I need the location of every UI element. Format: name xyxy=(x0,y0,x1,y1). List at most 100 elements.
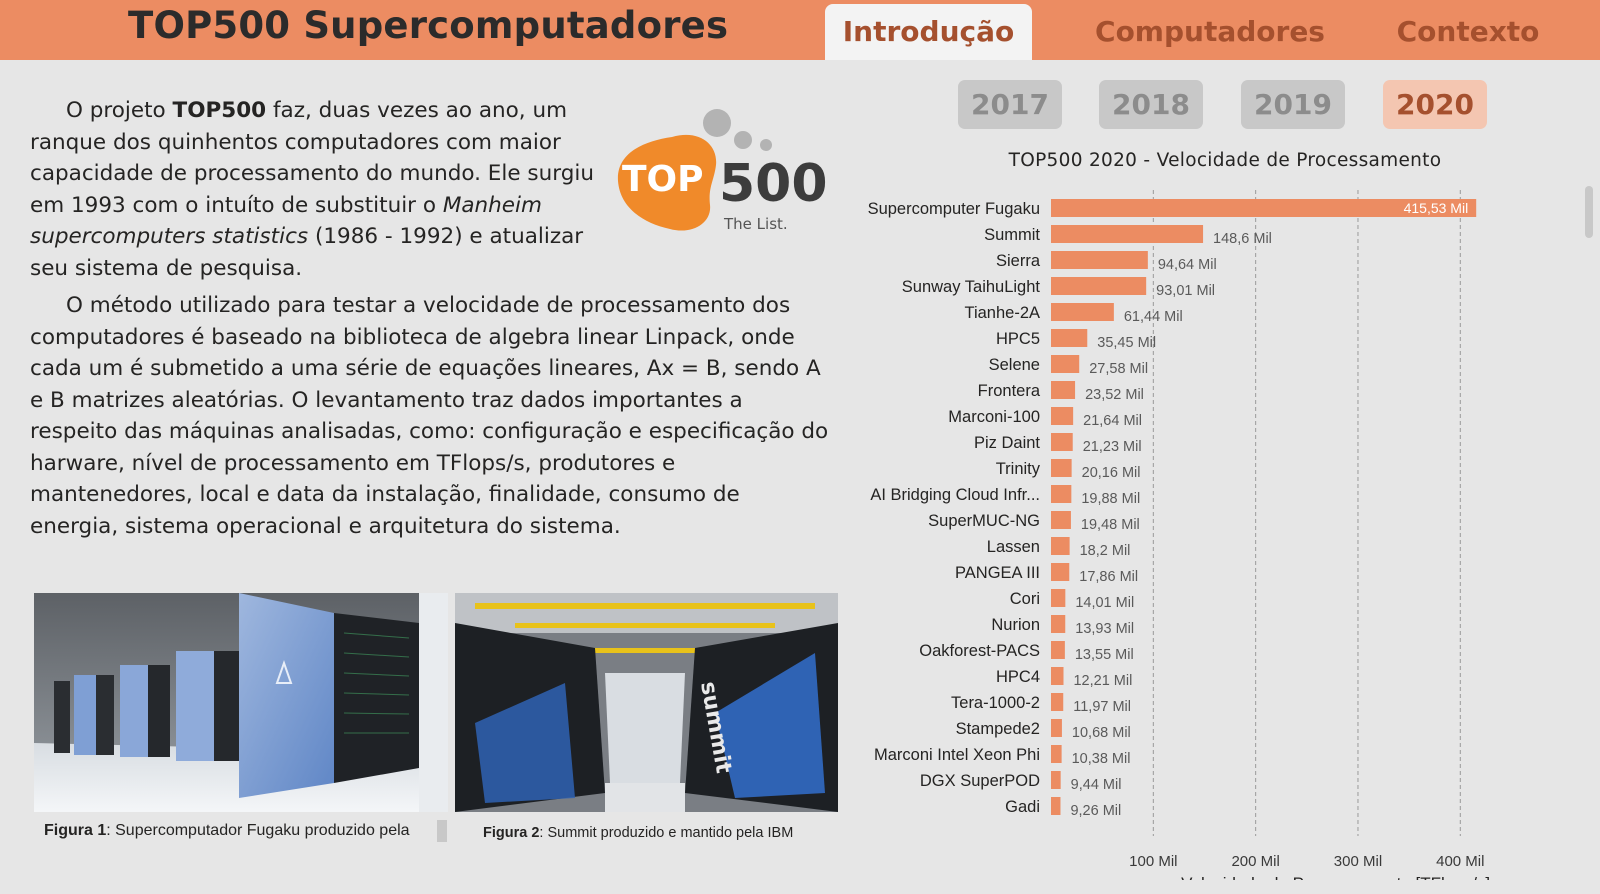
data-label: 14,01 Mil xyxy=(1075,595,1134,611)
x-tick-label: 400 Mil xyxy=(1436,853,1484,870)
y-category-label: Trinity xyxy=(996,460,1041,478)
top500-logo: TOP 500 The List. xyxy=(617,109,828,233)
caption-scrollbar[interactable] xyxy=(437,820,447,842)
data-label: 18,2 Mil xyxy=(1080,543,1131,559)
tab-computadores[interactable]: Computadores xyxy=(1090,4,1330,60)
intro-paragraph-2: O método utilizado para testar a velocid… xyxy=(30,293,829,539)
bar xyxy=(1051,407,1074,425)
bar xyxy=(1051,745,1062,763)
y-category-label: Marconi-100 xyxy=(948,408,1040,426)
bar xyxy=(1051,277,1147,295)
data-label: 27,58 Mil xyxy=(1089,361,1148,377)
data-label: 10,38 Mil xyxy=(1072,751,1131,767)
data-label: 11,97 Mil xyxy=(1073,699,1131,715)
data-label: 93,01 Mil xyxy=(1156,283,1215,299)
intro-bold-top500: TOP500 xyxy=(172,98,267,123)
y-category-label: Supercomputer Fugaku xyxy=(868,200,1040,218)
caption-label: Figura 2 xyxy=(483,825,540,841)
y-category-label: Gadi xyxy=(1005,798,1040,816)
caption-text: : Summit produzido e mantido pela IBM xyxy=(539,825,794,841)
bar xyxy=(1051,303,1114,321)
data-label: 21,64 Mil xyxy=(1083,413,1142,429)
data-label: 35,45 Mil xyxy=(1097,335,1156,351)
x-tick-label: 200 Mil xyxy=(1231,853,1279,870)
bar xyxy=(1051,797,1061,815)
bar xyxy=(1051,589,1066,607)
year-button-2020[interactable]: 2020 xyxy=(1383,80,1487,129)
data-label: 20,16 Mil xyxy=(1082,465,1141,481)
data-label: 61,44 Mil xyxy=(1124,309,1183,325)
year-button-2018[interactable]: 2018 xyxy=(1099,80,1203,129)
x-axis-title: Velocidade de Processamento [TFlops/s] xyxy=(1181,874,1490,880)
logo-500-text: 500 xyxy=(719,154,828,214)
y-category-label: Tera-1000-2 xyxy=(951,694,1040,712)
data-label: 9,44 Mil xyxy=(1071,777,1122,793)
caption-text: : Supercomputador Fugaku produzido pela xyxy=(106,822,410,839)
y-category-label: Oakforest-PACS xyxy=(919,642,1040,660)
y-category-label: PANGEA III xyxy=(955,564,1040,582)
data-label: 17,86 Mil xyxy=(1079,569,1138,585)
data-label: 10,68 Mil xyxy=(1072,725,1131,741)
data-label: 12,21 Mil xyxy=(1073,673,1132,689)
data-label: 19,48 Mil xyxy=(1081,517,1140,533)
bar xyxy=(1051,719,1062,737)
y-category-label: Frontera xyxy=(978,382,1041,400)
year-button-2017[interactable]: 2017 xyxy=(958,80,1062,129)
bar xyxy=(1051,225,1204,243)
y-category-label: Summit xyxy=(984,226,1040,244)
app-title: TOP500 Supercomputadores xyxy=(128,4,729,47)
y-category-label: Sierra xyxy=(996,252,1041,270)
bar xyxy=(1051,641,1065,659)
y-category-label: HPC4 xyxy=(996,668,1040,686)
header-bar: TOP500 Supercomputadores Introdução Comp… xyxy=(0,0,1600,60)
bar xyxy=(1051,563,1070,581)
data-label: 94,64 Mil xyxy=(1158,257,1217,273)
data-label: 13,93 Mil xyxy=(1075,621,1134,637)
bar xyxy=(1051,485,1072,503)
y-category-label: HPC5 xyxy=(996,330,1040,348)
x-tick-label: 300 Mil xyxy=(1334,853,1382,870)
data-label: 21,23 Mil xyxy=(1083,439,1142,455)
y-category-label: Cori xyxy=(1010,590,1040,608)
y-category-label: Selene xyxy=(989,356,1040,374)
y-category-label: Stampede2 xyxy=(956,720,1040,738)
x-tick-label: 100 Mil xyxy=(1129,853,1177,870)
data-label: 415,53 Mil xyxy=(1404,200,1469,216)
y-category-label: Nurion xyxy=(991,616,1040,634)
y-category-label: Piz Daint xyxy=(974,434,1040,452)
figure-1-caption: Figura 1: Supercomputador Fugaku produzi… xyxy=(44,822,410,840)
logo-top-text: TOP xyxy=(622,159,704,200)
chart-scrollbar[interactable] xyxy=(1585,186,1593,238)
intro-text-span: O projeto xyxy=(66,98,173,123)
bar xyxy=(1051,433,1073,451)
bar xyxy=(1051,355,1080,373)
figure-2-summit-photo: summit xyxy=(455,593,838,812)
y-category-label: Sunway TaihuLight xyxy=(902,278,1041,296)
bar xyxy=(1051,251,1148,269)
bar xyxy=(1051,381,1076,399)
caption-label: Figura 1 xyxy=(44,822,107,839)
bar xyxy=(1051,667,1064,685)
chart-title: TOP500 2020 - Velocidade de Processament… xyxy=(1008,150,1442,171)
bar xyxy=(1051,693,1064,711)
bar xyxy=(1051,329,1088,347)
data-label: 13,55 Mil xyxy=(1075,647,1134,663)
tab-contexto[interactable]: Contexto xyxy=(1388,4,1548,60)
figure-1-fugaku-photo xyxy=(34,593,448,812)
year-button-2019[interactable]: 2019 xyxy=(1241,80,1345,129)
figure-2-caption: Figura 2: Summit produzido e mantido pel… xyxy=(483,825,793,841)
bar-chart: 100 Mil 200 Mil 300 Mil 400 Mil Supercompute… xyxy=(868,190,1490,880)
bar xyxy=(1051,537,1070,555)
bar xyxy=(1051,511,1071,529)
data-label: 19,88 Mil xyxy=(1081,491,1140,507)
data-label: 9,26 Mil xyxy=(1070,803,1121,819)
y-category-label: DGX SuperPOD xyxy=(920,772,1040,790)
data-label: 148,6 Mil xyxy=(1213,231,1272,247)
logo-tagline: The List. xyxy=(723,215,788,233)
y-category-label: Tianhe-2A xyxy=(964,304,1040,322)
y-category-label: Marconi Intel Xeon Phi xyxy=(874,746,1040,764)
intro-paragraph-1: O projeto TOP500 faz, duas vezes ao ano,… xyxy=(30,95,605,284)
tab-introducao[interactable]: Introdução xyxy=(825,4,1032,60)
bar xyxy=(1051,615,1066,633)
bar xyxy=(1051,771,1061,789)
